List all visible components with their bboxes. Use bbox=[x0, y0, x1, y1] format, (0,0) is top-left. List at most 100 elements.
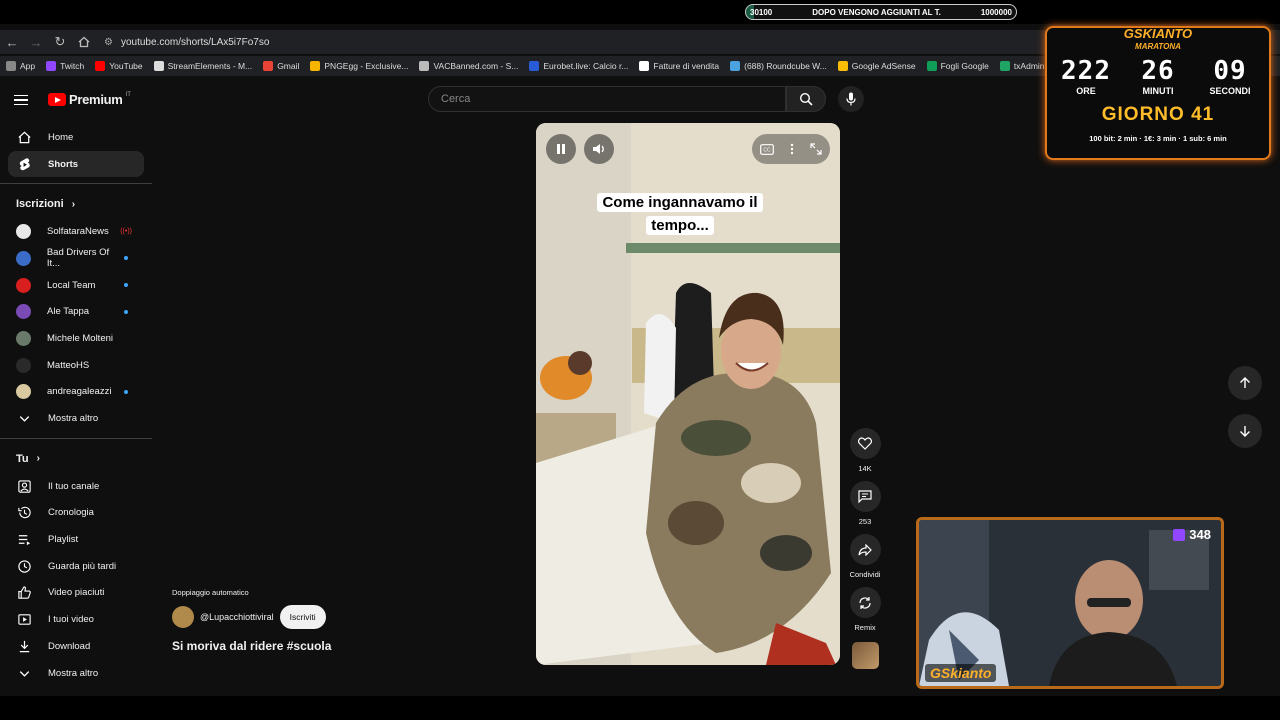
bookmark-favicon-icon bbox=[419, 61, 430, 71]
channel-name[interactable]: @Lupacchiottiviral bbox=[200, 612, 274, 622]
arrow-up-icon bbox=[1240, 377, 1250, 388]
sidebar-item-download[interactable]: Download bbox=[0, 633, 144, 660]
you-heading[interactable]: Tu › bbox=[0, 445, 152, 473]
bookmark-fatture-di-vendita[interactable]: Fatture di vendita bbox=[639, 61, 719, 71]
search-button[interactable] bbox=[786, 86, 826, 112]
fullscreen-icon[interactable] bbox=[810, 143, 822, 155]
donation-current: 30100 bbox=[750, 7, 773, 17]
pause-button[interactable] bbox=[546, 134, 576, 164]
bookmark-fogli-google[interactable]: Fogli Google bbox=[926, 61, 989, 71]
next-short-button[interactable] bbox=[1228, 414, 1262, 448]
bookmark-favicon-icon bbox=[926, 61, 937, 71]
address-bar[interactable]: ⚙ youtube.com/shorts/LAx5i7Fo7so bbox=[104, 37, 269, 48]
bookmark-gmail[interactable]: Gmail bbox=[263, 61, 299, 71]
subscription-ale-tappa[interactable]: Ale Tappa bbox=[0, 298, 144, 325]
new-content-dot bbox=[124, 309, 128, 314]
bookmark-label: Fogli Google bbox=[940, 61, 989, 71]
share-button[interactable] bbox=[849, 534, 881, 565]
youtube-logo[interactable]: Premium IT bbox=[48, 92, 131, 107]
sidebar-item-cronologia[interactable]: Cronologia bbox=[0, 500, 144, 527]
chevron-down-icon bbox=[19, 670, 29, 677]
live-icon: ((•)) bbox=[120, 228, 132, 236]
bookmark-twitch[interactable]: Twitch bbox=[46, 61, 84, 71]
voice-search-button[interactable] bbox=[838, 86, 864, 112]
bookmark-favicon-icon bbox=[153, 61, 164, 71]
channel-avatar bbox=[16, 384, 31, 400]
bookmark-youtube[interactable]: YouTube bbox=[95, 61, 143, 71]
channel-avatar bbox=[16, 250, 31, 266]
sidebar-item-mostra-altro[interactable]: Mostra altro bbox=[0, 660, 144, 687]
heart-icon bbox=[858, 437, 872, 450]
menu-button[interactable] bbox=[14, 90, 34, 110]
search-input[interactable]: Cerca bbox=[428, 86, 786, 112]
reload-button[interactable]: ↻ bbox=[48, 30, 72, 54]
closed-captions-icon[interactable]: CC bbox=[760, 143, 774, 155]
remix-button[interactable] bbox=[849, 587, 881, 618]
subscription-michele-molteni[interactable]: Michele Molteni bbox=[0, 325, 144, 352]
download-icon bbox=[19, 640, 29, 653]
bookmark-google-adsense[interactable]: Google AdSense bbox=[837, 61, 916, 71]
chevron-right-icon: › bbox=[36, 453, 40, 465]
forward-button[interactable]: → bbox=[24, 30, 48, 54]
sidebar-item-playlist[interactable]: Playlist bbox=[0, 526, 144, 553]
sidebar: Home Shorts Iscrizioni › SolfataraNews ((•)… bbox=[0, 124, 152, 686]
arrow-down-icon bbox=[1240, 426, 1250, 437]
back-button[interactable]: ← bbox=[0, 30, 24, 54]
subscribe-button[interactable]: Iscriviti bbox=[279, 605, 326, 629]
sidebar-item-label: Guarda più tardi bbox=[48, 560, 117, 572]
more-vertical-icon[interactable] bbox=[790, 143, 794, 155]
sidebar-item-label: Shorts bbox=[48, 158, 79, 170]
subscription-label: Ale Tappa bbox=[47, 306, 90, 318]
stream-bottom-strip bbox=[0, 696, 1280, 720]
bookmark-label: txAdmin bbox=[1013, 61, 1045, 71]
bookmark-app[interactable]: App bbox=[6, 61, 35, 71]
sidebar-item-i-tuoi-video[interactable]: I tuoi video bbox=[0, 606, 144, 633]
bookmark-favicon-icon bbox=[529, 61, 540, 71]
new-content-dot bbox=[124, 283, 128, 288]
timer-seconds: 09 bbox=[1213, 56, 1247, 86]
bookmark-label: Google AdSense bbox=[851, 61, 916, 71]
sidebar-item-home[interactable]: Home bbox=[0, 124, 144, 151]
bookmark-streamelements-m[interactable]: StreamElements - M... bbox=[153, 61, 252, 71]
subscription-matteohs[interactable]: MatteoHS bbox=[0, 352, 144, 379]
bookmark-688-roundcube-w[interactable]: (688) Roundcube W... bbox=[730, 61, 827, 71]
like-button[interactable] bbox=[849, 428, 881, 459]
home-icon bbox=[17, 131, 31, 144]
sidebar-item-label: Home bbox=[48, 131, 74, 143]
hours-label: ORE bbox=[1076, 86, 1096, 96]
sidebar-item-video-piaciuti[interactable]: Video piaciuti bbox=[0, 580, 144, 607]
subscription-local-team[interactable]: Local Team bbox=[0, 272, 144, 299]
bookmark-vacbanned-com-s[interactable]: VACBanned.com - S... bbox=[419, 61, 518, 71]
sidebar-item-il-tuo-canale[interactable]: Il tuo canale bbox=[0, 473, 144, 500]
bookmark-txadmin[interactable]: txAdmin bbox=[999, 61, 1045, 71]
subscription-label: SolfataraNews bbox=[47, 226, 109, 238]
subscription-mostra-altro[interactable]: Mostra altro bbox=[0, 405, 144, 432]
site-settings-icon[interactable]: ⚙ bbox=[104, 37, 113, 48]
subscription-solfataranews[interactable]: SolfataraNews ((•)) bbox=[0, 218, 144, 245]
subscription-andreagaleazzi[interactable]: andreagaleazzi bbox=[0, 379, 144, 406]
channel-avatar[interactable] bbox=[172, 606, 194, 628]
previous-short-button[interactable] bbox=[1228, 366, 1262, 400]
shorts-video-player[interactable]: CC Come ingannavamo il tempo... bbox=[536, 123, 840, 665]
subscription-label: Bad Drivers Of It... bbox=[46, 247, 110, 270]
subscriptions-heading[interactable]: Iscrizioni › bbox=[0, 190, 152, 218]
short-actions: 14K 253 Condividi Remix bbox=[848, 428, 882, 669]
short-title[interactable]: Si moriva dal ridere #scuola bbox=[172, 639, 331, 653]
subscription-label: Michele Molteni bbox=[47, 332, 113, 344]
comments-button[interactable] bbox=[849, 481, 881, 512]
subscription-bad-drivers-of-it[interactable]: Bad Drivers Of It... bbox=[0, 245, 144, 272]
you-title: Tu bbox=[16, 452, 29, 465]
donation-goal: 1000000 bbox=[980, 7, 1012, 17]
search-icon bbox=[799, 92, 813, 106]
bookmark-pngegg-exclusive[interactable]: PNGEgg - Exclusive... bbox=[310, 61, 408, 71]
audio-track-thumbnail[interactable] bbox=[851, 642, 879, 669]
bookmark-label: Gmail bbox=[277, 61, 300, 71]
home-button[interactable] bbox=[72, 30, 96, 54]
subscription-label: andreagaleazzi bbox=[47, 386, 112, 398]
url-text: youtube.com/shorts/LAx5i7Fo7so bbox=[120, 36, 270, 48]
bookmark-eurobet-live-calcio-r[interactable]: Eurobet.live: Calcio r... bbox=[529, 61, 628, 71]
sidebar-item-shorts[interactable]: Shorts bbox=[8, 150, 144, 178]
volume-button[interactable] bbox=[584, 134, 614, 164]
cam-brand-logo: GSkianto bbox=[925, 664, 997, 682]
sidebar-item-guarda-pi-tardi[interactable]: Guarda più tardi bbox=[0, 553, 144, 580]
